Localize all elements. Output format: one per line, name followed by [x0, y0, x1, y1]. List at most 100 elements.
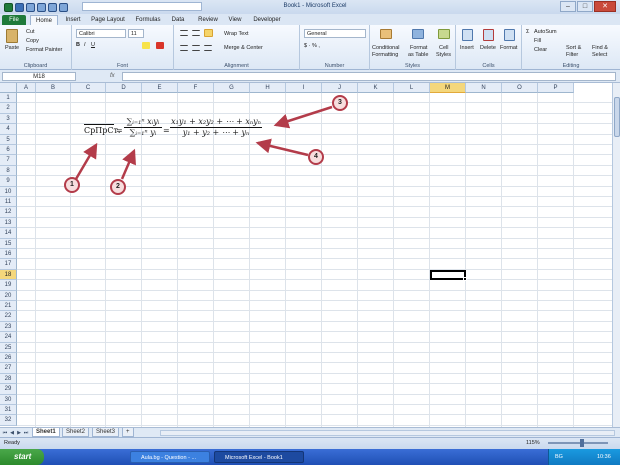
sheet-tab-sheet2[interactable]: Sheet2 — [62, 428, 90, 437]
align-center-icon[interactable] — [192, 45, 200, 51]
tab-data[interactable]: Data — [166, 15, 190, 25]
fill-button[interactable]: Fill — [534, 38, 541, 44]
task-aula[interactable]: Aula.bg - Question - ... — [130, 451, 210, 463]
autosum-button[interactable]: AutoSum — [534, 29, 557, 35]
italic-button[interactable]: I — [84, 42, 86, 48]
paste-icon[interactable] — [6, 29, 18, 43]
tab-home[interactable]: Home — [30, 15, 58, 25]
font-family-select[interactable]: Calibri — [76, 29, 126, 38]
windows-taskbar: start Aula.bg - Question - ... Microsoft… — [0, 449, 620, 465]
zoom-slider-thumb[interactable] — [580, 439, 584, 447]
save-icon[interactable] — [15, 2, 24, 12]
align-right-icon[interactable] — [204, 45, 212, 51]
start-button[interactable]: start — [0, 449, 44, 465]
find-select-sub: Select — [592, 52, 608, 58]
next-sheet-icon[interactable]: ▶ — [16, 430, 22, 436]
tab-insert[interactable]: Insert — [60, 15, 86, 25]
first-sheet-icon[interactable]: ⏮ — [2, 430, 8, 436]
open-icon[interactable] — [59, 2, 68, 12]
tab-page-layout[interactable]: Page Layout — [88, 15, 128, 25]
sheet-tab-sheet3[interactable]: Sheet3 — [92, 428, 120, 437]
merge-center-button[interactable]: Merge & Center — [224, 45, 263, 51]
styles-group: Conditional Formatting Format as Table C… — [370, 25, 456, 70]
task-excel[interactable]: Microsoft Excel - Book1 — [214, 451, 304, 463]
align-bottom-icon[interactable] — [204, 29, 213, 37]
vertical-scrollbar[interactable] — [612, 83, 620, 427]
tab-file[interactable]: File — [2, 15, 26, 25]
font-size-select[interactable]: 11 — [128, 29, 144, 38]
insert-cells-icon[interactable] — [462, 29, 473, 41]
close-button[interactable]: ✕ — [594, 1, 616, 12]
cell-styles-sub: Styles — [436, 52, 451, 58]
paste-button[interactable]: Paste — [5, 45, 19, 51]
window-title: Book1 - Microsoft Excel — [283, 3, 347, 9]
currency-button[interactable]: $ · % , — [304, 43, 320, 49]
styles-label: Styles — [405, 63, 420, 69]
new-icon[interactable] — [48, 2, 57, 12]
sort-filter-sub: Filter — [566, 52, 579, 58]
vertical-scroll-thumb[interactable] — [614, 97, 620, 137]
conditional-formatting-icon[interactable] — [380, 29, 392, 39]
sigma-icon[interactable]: Σ — [526, 29, 529, 35]
zoom-level[interactable]: 115% — [526, 440, 540, 446]
redo-icon[interactable] — [37, 2, 46, 12]
align-left-icon[interactable] — [180, 45, 188, 51]
worksheet-grid[interactable]: ABCDEFGHIJKLMNOP 1 2 3 4 5 6 7 8 9 10 11 12 13 14 15 16… — [0, 83, 612, 427]
minimize-button[interactable]: – — [560, 1, 576, 12]
sort-filter-button[interactable]: Sort & — [566, 45, 581, 51]
arrow-2 — [120, 148, 136, 180]
tab-view[interactable]: View — [224, 15, 246, 25]
delete-button[interactable]: Delete — [480, 45, 496, 51]
arrow-4 — [255, 138, 309, 157]
editing-label: Editing — [562, 63, 580, 69]
arrow-3 — [273, 105, 333, 129]
clear-button[interactable]: Clear — [534, 47, 547, 53]
undo-icon[interactable] — [26, 2, 35, 12]
name-box[interactable]: M18 — [2, 72, 76, 81]
cell-styles-icon[interactable] — [438, 29, 450, 39]
copy-button[interactable]: Copy — [26, 38, 39, 44]
conditional-formatting-button[interactable]: Conditional — [372, 45, 400, 51]
fx-icon[interactable]: fx — [110, 72, 120, 81]
delete-cells-icon[interactable] — [483, 29, 494, 41]
tab-developer[interactable]: Developer — [250, 15, 284, 25]
status-ready: Ready — [4, 440, 20, 446]
alignment-group: Wrap Text Merge & Center Alignment — [174, 25, 300, 70]
language-indicator[interactable]: BG — [555, 454, 563, 460]
qat-dropdown[interactable] — [82, 2, 202, 11]
maximize-button[interactable]: □ — [577, 1, 593, 12]
prev-sheet-icon[interactable]: ◀ — [9, 430, 15, 436]
format-as-table-button[interactable]: Format — [410, 45, 427, 51]
formula-input[interactable] — [122, 72, 616, 81]
callout-2: 2 — [110, 179, 126, 195]
insert-button[interactable]: Insert — [460, 45, 474, 51]
clock[interactable]: 10:36 — [597, 454, 611, 460]
horizontal-scrollbar[interactable] — [160, 430, 615, 436]
cut-button[interactable]: Cut — [26, 29, 35, 35]
alignment-label: Alignment — [224, 63, 249, 69]
number-format-select[interactable]: General — [304, 29, 366, 38]
conditional-formatting-sub: Formatting — [372, 52, 399, 58]
zoom-slider[interactable] — [548, 442, 608, 444]
fill-color-icon[interactable] — [142, 42, 150, 49]
underline-button[interactable]: U — [91, 42, 95, 48]
tab-review[interactable]: Review — [194, 15, 222, 25]
format-button[interactable]: Format — [500, 45, 517, 51]
insert-sheet-icon[interactable]: + — [122, 428, 134, 437]
format-cells-icon[interactable] — [504, 29, 515, 41]
format-as-table-icon[interactable] — [412, 29, 424, 39]
tab-formulas[interactable]: Formulas — [132, 15, 164, 25]
sheet-tab-sheet1[interactable]: Sheet1 — [32, 428, 60, 437]
callout-3: 3 — [332, 95, 348, 111]
bold-button[interactable]: B — [76, 42, 80, 48]
editing-group: Σ AutoSum Fill Clear Sort & Filter Find … — [522, 25, 620, 70]
wrap-text-button[interactable]: Wrap Text — [224, 31, 249, 37]
format-painter-button[interactable]: Format Painter — [26, 47, 62, 53]
font-color-icon[interactable] — [156, 42, 164, 49]
align-top-icon[interactable] — [180, 30, 188, 36]
align-middle-icon[interactable] — [192, 30, 200, 36]
cell-styles-button[interactable]: Cell — [439, 45, 448, 51]
last-sheet-icon[interactable]: ⏭ — [23, 430, 29, 436]
find-select-button[interactable]: Find & — [592, 45, 608, 51]
number-group: General $ · % , Number — [300, 25, 370, 70]
